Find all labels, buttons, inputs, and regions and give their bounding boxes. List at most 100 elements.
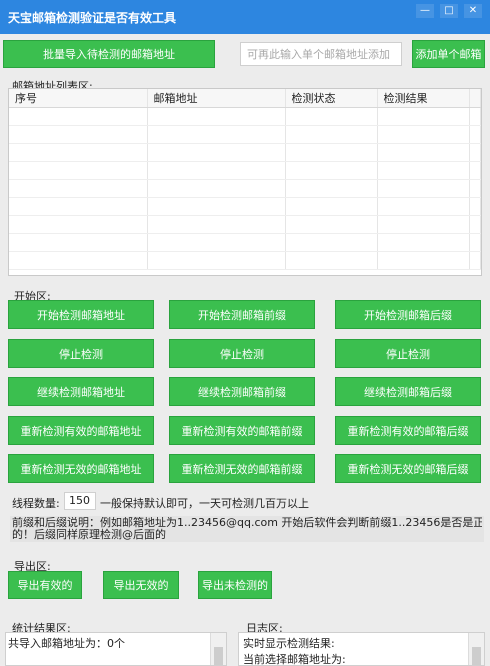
table-row[interactable] bbox=[9, 233, 481, 252]
table-cell bbox=[9, 197, 148, 216]
table-header-row: 序号 邮箱地址 检测状态 检测结果 bbox=[9, 89, 481, 108]
table-row[interactable] bbox=[9, 107, 481, 126]
export-valid-button[interactable]: 导出有效的 bbox=[8, 571, 82, 599]
table-cell bbox=[469, 107, 481, 126]
stats-imported-count: 共导入邮箱地址为：0个 bbox=[8, 637, 125, 650]
table-cell bbox=[469, 251, 481, 270]
batch-import-button[interactable]: 批量导入待检测的邮箱地址 bbox=[3, 40, 215, 68]
recheck-invalid-address-button[interactable]: 重新检测无效的邮箱地址 bbox=[8, 454, 154, 483]
table-cell bbox=[469, 197, 481, 216]
log-scrollbar[interactable] bbox=[468, 633, 484, 665]
table-cell bbox=[285, 251, 378, 270]
thread-count-hint: 一般保持默认即可，一天可检测几百万以上 bbox=[100, 497, 309, 510]
stats-scroll-thumb[interactable] bbox=[214, 647, 223, 665]
table-cell bbox=[377, 233, 470, 252]
single-email-input[interactable]: 可再此输入单个邮箱地址添加 bbox=[240, 42, 402, 66]
table-cell bbox=[469, 233, 481, 252]
table-cell bbox=[9, 161, 148, 180]
start-suffix-button[interactable]: 开始检测邮箱后缀 bbox=[335, 300, 481, 329]
table-cell bbox=[377, 125, 470, 144]
table-cell bbox=[377, 107, 470, 126]
title-bar: 天宝邮箱检测验证是否有效工具 — □ ✕ bbox=[0, 0, 490, 34]
table-cell bbox=[9, 143, 148, 162]
column-header-status[interactable]: 检测状态 bbox=[285, 89, 378, 108]
recheck-valid-suffix-button[interactable]: 重新检测有效的邮箱后缀 bbox=[335, 416, 481, 445]
table-cell bbox=[9, 125, 148, 144]
stats-panel[interactable]: 共导入邮箱地址为：0个 bbox=[5, 632, 227, 666]
table-cell bbox=[469, 215, 481, 234]
table-cell bbox=[377, 179, 470, 198]
table-cell bbox=[147, 143, 286, 162]
table-cell bbox=[9, 233, 148, 252]
table-cell bbox=[285, 161, 378, 180]
table-cell bbox=[9, 107, 148, 126]
table-cell bbox=[377, 197, 470, 216]
table-cell bbox=[377, 251, 470, 270]
table-cell bbox=[285, 107, 378, 126]
table-cell bbox=[285, 233, 378, 252]
table-cell bbox=[469, 125, 481, 144]
recheck-invalid-suffix-button[interactable]: 重新检测无效的邮箱后缀 bbox=[335, 454, 481, 483]
log-current-email-label: 当前选择邮箱地址为: bbox=[243, 653, 346, 666]
start-prefix-button[interactable]: 开始检测邮箱前缀 bbox=[169, 300, 315, 329]
column-header-email[interactable]: 邮箱地址 bbox=[147, 89, 286, 108]
table-row[interactable] bbox=[9, 215, 481, 234]
table-cell bbox=[285, 197, 378, 216]
table-cell bbox=[377, 215, 470, 234]
maximize-button[interactable]: □ bbox=[440, 4, 458, 18]
table-cell bbox=[469, 143, 481, 162]
log-scroll-thumb[interactable] bbox=[472, 647, 481, 665]
stop-suffix-button[interactable]: 停止检测 bbox=[335, 339, 481, 368]
export-unchecked-button[interactable]: 导出未检测的 bbox=[198, 571, 272, 599]
table-row[interactable] bbox=[9, 143, 481, 162]
table-cell bbox=[147, 179, 286, 198]
table-row[interactable] bbox=[9, 179, 481, 198]
table-cell bbox=[285, 143, 378, 162]
table-cell bbox=[147, 215, 286, 234]
minimize-button[interactable]: — bbox=[416, 4, 434, 18]
continue-address-button[interactable]: 继续检测邮箱地址 bbox=[8, 377, 154, 406]
table-cell bbox=[147, 233, 286, 252]
table-cell bbox=[9, 251, 148, 270]
stats-scrollbar[interactable] bbox=[210, 633, 226, 665]
column-header-filler bbox=[469, 89, 481, 108]
table-cell bbox=[377, 161, 470, 180]
table-cell bbox=[147, 251, 286, 270]
table-cell bbox=[469, 161, 481, 180]
log-realtime-label: 实时显示检测结果: bbox=[243, 637, 335, 650]
table-cell bbox=[285, 125, 378, 144]
email-list-table[interactable]: 序号 邮箱地址 检测状态 检测结果 bbox=[8, 88, 482, 276]
column-header-index[interactable]: 序号 bbox=[9, 89, 148, 108]
recheck-valid-address-button[interactable]: 重新检测有效的邮箱地址 bbox=[8, 416, 154, 445]
table-cell bbox=[285, 215, 378, 234]
export-invalid-button[interactable]: 导出无效的 bbox=[103, 571, 179, 599]
table-cell bbox=[469, 179, 481, 198]
table-cell bbox=[377, 143, 470, 162]
column-header-result[interactable]: 检测结果 bbox=[377, 89, 470, 108]
note-line-2: 的！后缀同样原理检测@后面的 bbox=[12, 528, 166, 541]
thread-count-input[interactable]: 150 bbox=[64, 492, 96, 510]
stop-prefix-button[interactable]: 停止检测 bbox=[169, 339, 315, 368]
table-row[interactable] bbox=[9, 197, 481, 216]
continue-prefix-button[interactable]: 继续检测邮箱前缀 bbox=[169, 377, 315, 406]
table-cell bbox=[285, 179, 378, 198]
table-cell bbox=[147, 197, 286, 216]
close-button[interactable]: ✕ bbox=[464, 4, 482, 18]
prefix-suffix-note: 前缀和后缀说明：例如邮箱地址为1..23456@qq.com 开始后软件会判断前… bbox=[10, 516, 484, 542]
start-address-button[interactable]: 开始检测邮箱地址 bbox=[8, 300, 154, 329]
window-title: 天宝邮箱检测验证是否有效工具 bbox=[8, 11, 177, 25]
add-single-email-button[interactable]: 添加单个邮箱 bbox=[412, 40, 485, 68]
table-cell bbox=[9, 179, 148, 198]
table-row[interactable] bbox=[9, 251, 481, 270]
table-cell bbox=[147, 161, 286, 180]
thread-count-label: 线程数量: bbox=[12, 497, 60, 510]
recheck-valid-prefix-button[interactable]: 重新检测有效的邮箱前缀 bbox=[169, 416, 315, 445]
table-row[interactable] bbox=[9, 125, 481, 144]
table-cell bbox=[147, 125, 286, 144]
log-panel[interactable]: 实时显示检测结果: 当前选择邮箱地址为: bbox=[238, 632, 485, 666]
recheck-invalid-prefix-button[interactable]: 重新检测无效的邮箱前缀 bbox=[169, 454, 315, 483]
table-row[interactable] bbox=[9, 161, 481, 180]
continue-suffix-button[interactable]: 继续检测邮箱后缀 bbox=[335, 377, 481, 406]
table-cell bbox=[9, 215, 148, 234]
stop-address-button[interactable]: 停止检测 bbox=[8, 339, 154, 368]
